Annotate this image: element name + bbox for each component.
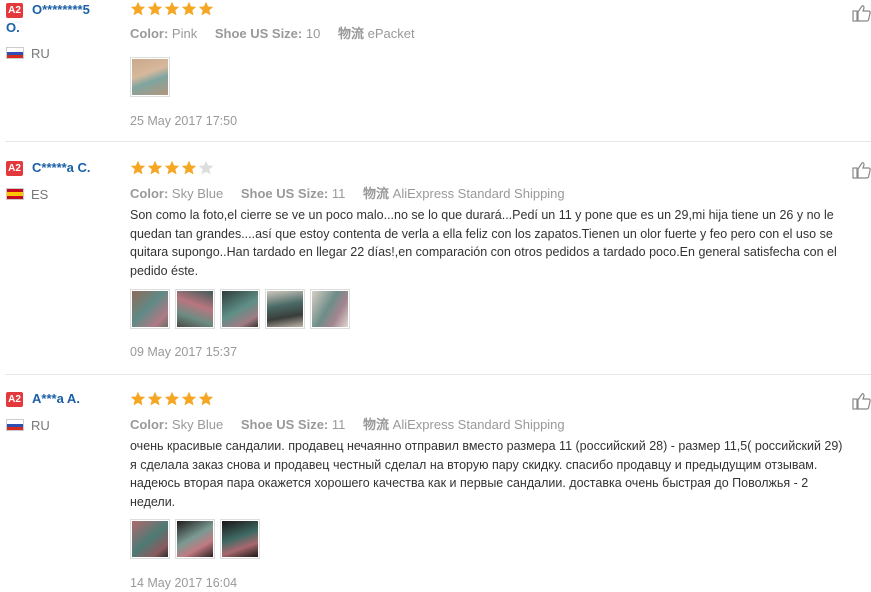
review-photo-thumbnail[interactable] (175, 519, 215, 559)
review-photos (130, 519, 260, 559)
review-photo-thumbnail[interactable] (265, 289, 305, 329)
review-text-line: очень красивые сандалии. продавец нечаян… (130, 439, 843, 453)
star-filled-icon (198, 1, 214, 16)
star-filled-icon (181, 391, 197, 406)
size-label: Shoe US Size: (240, 186, 329, 201)
review-photo-thumbnail[interactable] (310, 289, 350, 329)
size-value: 10 (305, 26, 321, 41)
review-text-line: quedan tan grandes....así que estoy cont… (130, 226, 833, 241)
buyer-level-badge: A2 (6, 3, 23, 18)
review-divider (5, 141, 871, 142)
review-date: 14 May 2017 16:04 (130, 576, 238, 590)
shipping-label: 物流 (337, 26, 364, 41)
buyer-country: ES (31, 187, 49, 202)
color-label: Color: (130, 26, 169, 41)
review-text-line: надеюсь вторая пара окажется хорошего ка… (130, 476, 809, 490)
review-photo-thumbnail[interactable] (220, 289, 260, 329)
order-info: Color: Sky Blue Shoe US Size: 11 物流 AliE… (130, 414, 579, 433)
buyer-name[interactable]: O********5 (32, 2, 90, 17)
like-icon[interactable] (852, 4, 871, 22)
review-divider (5, 374, 871, 375)
order-info: Color: Sky Blue Shoe US Size: 11 物流 AliE… (130, 183, 579, 202)
review-text-line: недели. (130, 494, 176, 509)
rating-stars (130, 160, 214, 176)
review-text-line: я сделала заказ снова и продавец честный… (130, 457, 818, 472)
shipping-value: AliExpress Standard Shipping (392, 417, 565, 432)
star-filled-icon (164, 1, 180, 16)
buyer-name[interactable]: C*****a C. (32, 160, 91, 175)
buyer-country: RU (31, 46, 50, 61)
buyer-name-line2: O. (6, 20, 20, 35)
star-empty-icon (198, 160, 214, 175)
review-photo-thumbnail[interactable] (220, 519, 260, 559)
flag-ru-icon (6, 47, 24, 59)
star-filled-icon (130, 160, 146, 175)
color-value: Sky Blue (171, 186, 224, 201)
star-filled-icon (147, 160, 163, 175)
size-value: 11 (331, 417, 346, 432)
review-photos (130, 289, 350, 329)
flag-ru-icon (6, 419, 24, 431)
rating-stars (130, 1, 214, 17)
star-filled-icon (164, 391, 180, 406)
like-icon[interactable] (852, 161, 871, 179)
star-filled-icon (130, 391, 146, 406)
color-value: Pink (171, 26, 198, 41)
review-photo-thumbnail[interactable] (130, 289, 170, 329)
review-text: очень красивые сандалии. продавец нечаян… (130, 437, 871, 511)
star-filled-icon (164, 160, 180, 175)
buyer-name[interactable]: A***a A. (32, 391, 80, 406)
like-icon[interactable] (852, 392, 871, 410)
color-label: Color: (130, 186, 169, 201)
review-date: 09 May 2017 15:37 (130, 345, 238, 359)
star-filled-icon (181, 160, 197, 175)
shipping-value: ePacket (367, 26, 415, 41)
review-text-line: pedido éste. (130, 263, 199, 278)
star-filled-icon (147, 1, 163, 16)
review-photo-thumbnail[interactable] (175, 289, 215, 329)
rating-stars (130, 391, 214, 407)
flag-es-icon (6, 188, 24, 200)
buyer-level-badge: A2 (6, 161, 23, 176)
buyer-country: RU (31, 418, 50, 433)
star-filled-icon (198, 391, 214, 406)
star-filled-icon (130, 1, 146, 16)
star-filled-icon (181, 1, 197, 16)
size-label: Shoe US Size: (214, 26, 303, 41)
review-photos (130, 57, 170, 97)
order-info: Color: Pink Shoe US Size: 10 物流 ePacket (130, 23, 429, 42)
shipping-label: 物流 (363, 417, 390, 432)
review-photo-thumbnail[interactable] (130, 519, 170, 559)
review-date: 25 May 2017 17:50 (130, 114, 238, 128)
star-filled-icon (147, 391, 163, 406)
size-value: 11 (331, 186, 346, 201)
color-value: Sky Blue (171, 417, 224, 432)
review-photo-thumbnail[interactable] (130, 57, 170, 97)
buyer-level-badge: A2 (6, 392, 23, 407)
size-label: Shoe US Size: (240, 417, 329, 432)
review-text: Son como la foto,el cierre se ve un poco… (130, 206, 871, 280)
shipping-label: 物流 (363, 186, 390, 201)
review-text-line: quitara supongo..Han tardado en llegar 2… (130, 245, 837, 259)
review-text-line: Son como la foto,el cierre se ve un poco… (130, 208, 834, 222)
shipping-value: AliExpress Standard Shipping (392, 186, 565, 201)
color-label: Color: (130, 417, 169, 432)
